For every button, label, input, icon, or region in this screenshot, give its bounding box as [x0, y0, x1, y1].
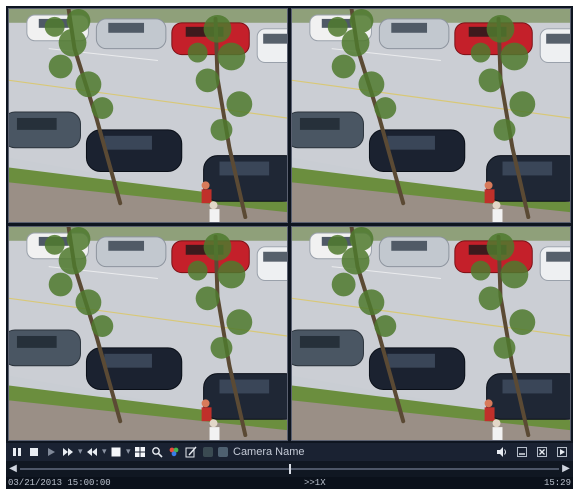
toolbar-right-group — [495, 445, 569, 459]
color-adjust-icon[interactable] — [167, 445, 181, 459]
volume-icon[interactable] — [495, 445, 509, 459]
camera-name-label: Camera Name — [233, 446, 305, 458]
fullscreen-icon[interactable] — [535, 445, 549, 459]
timeline-left-arrow-icon[interactable]: ◀ — [7, 463, 19, 475]
playback-timeline[interactable]: ◀ ▶ — [6, 461, 573, 477]
camera-tile-4[interactable] — [291, 226, 571, 441]
fast-forward-icon[interactable] — [61, 445, 75, 459]
camera-tile-2[interactable] — [291, 8, 571, 223]
exit-icon[interactable] — [555, 445, 569, 459]
camera-grid — [8, 8, 571, 442]
pause-icon[interactable] — [10, 445, 24, 459]
quad-view-icon[interactable] — [133, 445, 147, 459]
minimize-icon[interactable] — [515, 445, 529, 459]
single-view-icon[interactable] — [109, 445, 123, 459]
speed-dropdown-arrow[interactable]: ▾ — [78, 445, 83, 459]
zoom-icon[interactable] — [150, 445, 164, 459]
timeline-playhead[interactable] — [288, 464, 291, 474]
camera-tile-3[interactable] — [8, 226, 288, 441]
color-swatch-icon[interactable] — [218, 447, 228, 457]
timeline-right-arrow-icon[interactable]: ▶ — [560, 463, 572, 475]
start-timestamp: 03/21/2013 15:00:00 — [8, 478, 111, 488]
view-dropdown-arrow[interactable]: ▾ — [126, 445, 131, 459]
snapshot-icon[interactable] — [184, 445, 198, 459]
rewind-icon[interactable] — [85, 445, 99, 459]
camera-tile-1[interactable] — [8, 8, 288, 223]
status-bar: 03/21/2013 15:00:00 >>1X 15:29 — [6, 477, 573, 489]
rewind-dropdown-arrow[interactable]: ▾ — [102, 445, 107, 459]
playback-speed: >>1X — [304, 478, 326, 488]
play-icon[interactable] — [44, 445, 58, 459]
playback-toolbar: ▾ ▾ ▾ Camera Name — [6, 443, 573, 461]
stop-icon[interactable] — [27, 445, 41, 459]
color-swatch-icon[interactable] — [203, 447, 213, 457]
playback-viewer: ▾ ▾ ▾ Camera Name ◀ ▶ 03/21/2013 15:00:0… — [6, 6, 573, 489]
end-timestamp: 15:29 — [543, 478, 571, 488]
